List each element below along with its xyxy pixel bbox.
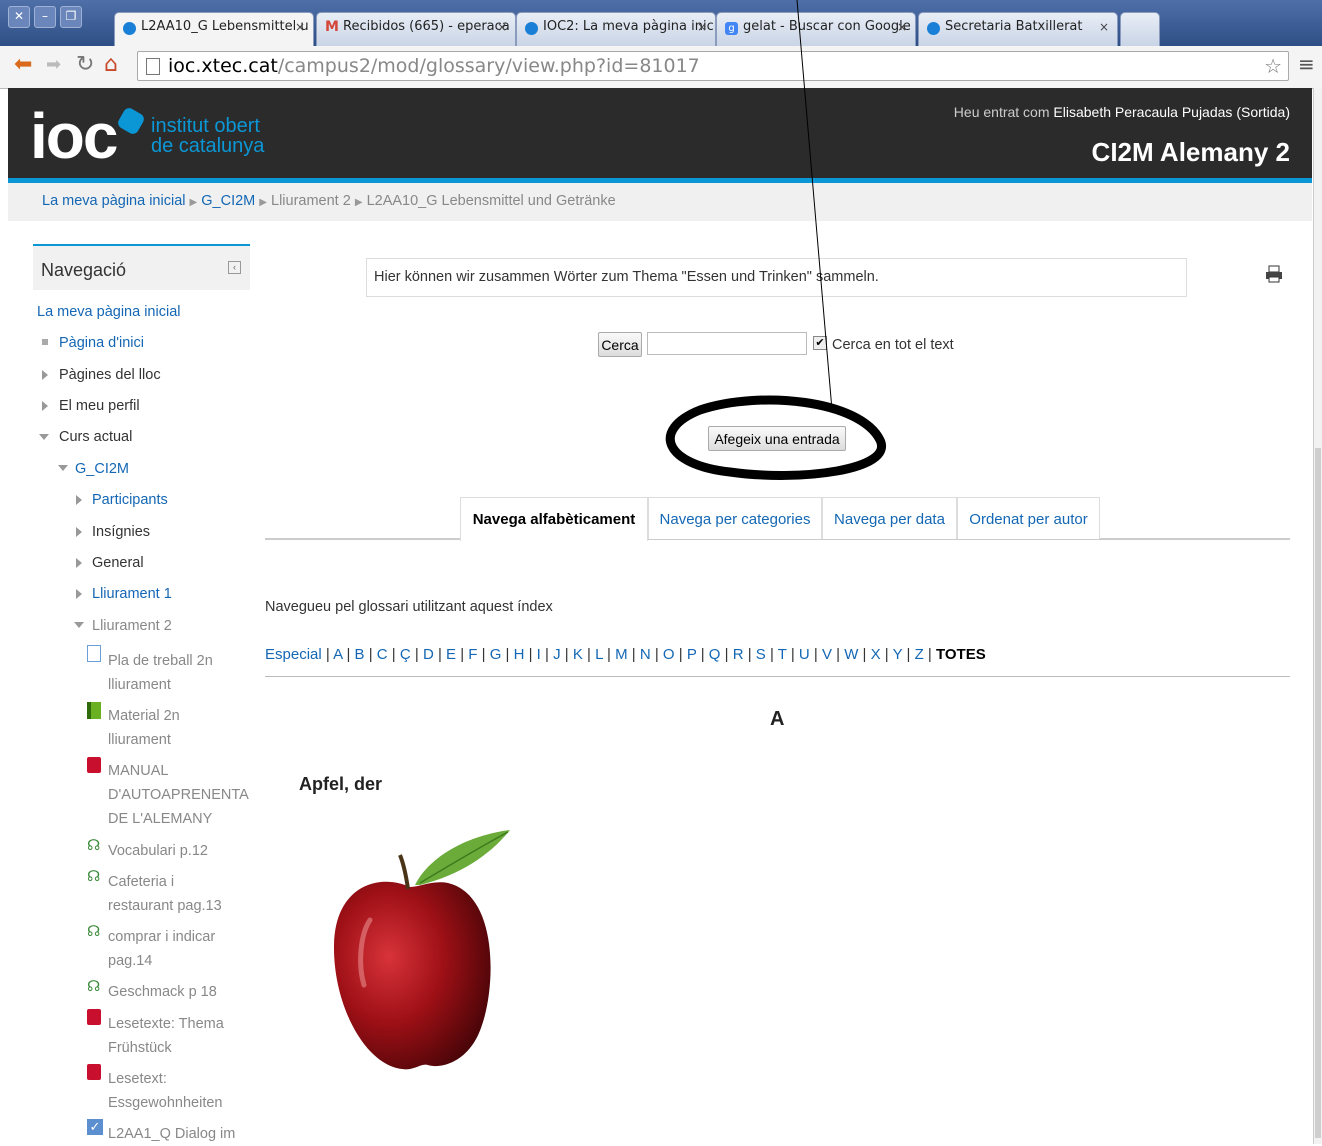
index-separator: |	[743, 646, 756, 663]
index-separator: |	[433, 646, 447, 663]
index-letter-link[interactable]: T	[778, 646, 787, 663]
index-letter-link[interactable]: J	[553, 646, 561, 663]
index-letter-link[interactable]: R	[733, 646, 744, 663]
index-letter-link[interactable]: M	[615, 646, 628, 663]
index-letter-link[interactable]: G	[490, 646, 502, 663]
index-letter-link[interactable]: B	[355, 646, 365, 663]
index-letter-link[interactable]: E	[446, 646, 456, 663]
tab-browse-alphabetically[interactable]: Navega alfabèticament	[460, 497, 648, 541]
index-separator: |	[387, 646, 400, 663]
index-separator: |	[880, 646, 893, 663]
index-separator: |	[364, 646, 377, 663]
index-letter-link[interactable]: D	[423, 646, 434, 663]
tab-sort-author[interactable]: Ordenat per autor	[957, 497, 1100, 539]
index-separator: |	[524, 646, 537, 663]
index-separator: |	[477, 646, 490, 663]
index-all-link: TOTES	[935, 646, 986, 663]
index-separator: |	[560, 646, 573, 663]
index-separator: |	[342, 646, 355, 663]
index-separator: |	[720, 646, 733, 663]
index-separator: |	[627, 646, 640, 663]
index-letter-link[interactable]: Z	[915, 646, 924, 663]
index-separator: |	[858, 646, 871, 663]
index-letter-link[interactable]: W	[844, 646, 858, 663]
index-separator: |	[765, 646, 778, 663]
index-letter-link[interactable]: N	[640, 646, 651, 663]
index-separator: |	[831, 646, 845, 663]
index-letter-link[interactable]: C	[377, 646, 388, 663]
entry-apple-image	[333, 830, 510, 1070]
index-separator: |	[410, 646, 423, 663]
tab-browse-date[interactable]: Navega per data	[822, 497, 957, 539]
alphabet-index: Especial | A | B | C | Ç | D | E | F | G…	[265, 646, 986, 663]
index-separator: |	[809, 646, 822, 663]
index-separator: |	[786, 646, 799, 663]
entry-title: Apfel, der	[299, 774, 383, 794]
index-letter-link[interactable]: H	[514, 646, 525, 663]
index-letter-link[interactable]: V	[822, 646, 832, 663]
index-letter-link[interactable]: U	[799, 646, 810, 663]
browse-hint: Navegueu pel glossari utilitzant aquest …	[265, 599, 553, 615]
index-letter-link[interactable]: S	[756, 646, 766, 663]
index-letter-link[interactable]: K	[573, 646, 583, 663]
index-letter-link[interactable]: Y	[893, 646, 903, 663]
index-letter-link[interactable]: Q	[709, 646, 721, 663]
index-letter-link[interactable]: X	[871, 646, 881, 663]
page-scrollbar[interactable]	[1313, 88, 1322, 1144]
index-letter-link[interactable]: L	[595, 646, 603, 663]
annotation-overlay	[665, 0, 886, 480]
index-separator: |	[650, 646, 663, 663]
index-letter-link[interactable]: A	[333, 646, 342, 663]
index-letter-link[interactable]: Ç	[400, 646, 411, 663]
index-separator: |	[582, 646, 596, 663]
index-separator: |	[602, 646, 616, 663]
index-separator: |	[696, 646, 709, 663]
add-entry-button[interactable]: Afegeix una entrada	[708, 426, 846, 451]
index-separator: |	[923, 646, 936, 663]
index-letter-link[interactable]: P	[687, 646, 697, 663]
index-special-link[interactable]: Especial	[265, 646, 322, 663]
index-separator: |	[540, 646, 554, 663]
index-letter-link[interactable]: O	[663, 646, 675, 663]
index-divider	[265, 676, 1290, 677]
section-letter: A	[770, 708, 785, 730]
index-separator: |	[501, 646, 514, 663]
index-separator: |	[674, 646, 687, 663]
index-separator: |	[456, 646, 469, 663]
scrollbar-thumb[interactable]	[1315, 448, 1321, 1138]
tab-browse-categories[interactable]: Navega per categories	[648, 497, 822, 539]
index-separator: |	[902, 646, 915, 663]
